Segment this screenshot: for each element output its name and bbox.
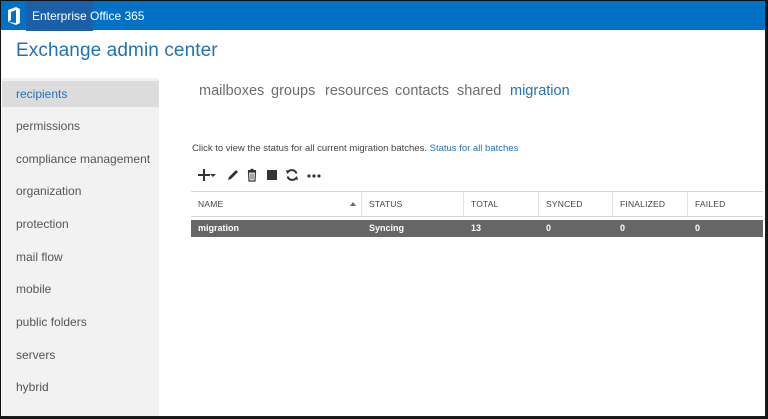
tab-resources[interactable]: resources <box>325 83 389 99</box>
refresh-icon[interactable] <box>283 166 301 184</box>
tab-office-365[interactable]: Office 365 <box>84 1 150 31</box>
table-row[interactable]: migration Syncing 13 0 0 0 <box>191 220 763 237</box>
column-header-name[interactable]: NAME <box>191 192 362 217</box>
sidebar-item-public-folders[interactable]: public folders <box>2 309 159 335</box>
cell-total: 13 <box>471 223 482 233</box>
sort-ascending-icon <box>350 202 356 206</box>
tab-groups[interactable]: groups <box>271 83 315 99</box>
sidebar-item-permissions[interactable]: permissions <box>2 113 159 139</box>
sidebar-item-servers[interactable]: servers <box>2 342 159 368</box>
tab-migration[interactable]: migration <box>510 83 570 99</box>
sidebar-item-organization[interactable]: organization <box>2 178 159 204</box>
edit-pencil-icon[interactable] <box>224 166 242 184</box>
stop-icon[interactable] <box>263 166 281 184</box>
migration-info-text: Click to view the status for all current… <box>192 143 518 154</box>
cell-name: migration <box>198 223 240 233</box>
column-header-label: NAME <box>198 199 224 209</box>
tab-shared[interactable]: shared <box>457 83 501 99</box>
sidebar-item-recipients[interactable]: recipients <box>2 81 159 107</box>
sidebar-item-compliance-management[interactable]: compliance management <box>2 146 159 172</box>
column-header-synced[interactable]: SYNCED <box>539 192 613 217</box>
dropdown-caret-icon[interactable] <box>209 166 217 184</box>
column-header-failed[interactable]: FAILED <box>688 192 763 217</box>
sidebar-item-protection[interactable]: protection <box>2 211 159 237</box>
top-navigation-bar: Enterprise Office 365 <box>0 0 768 31</box>
sidebar-item-hybrid[interactable]: hybrid <box>2 374 159 400</box>
column-header-finalized[interactable]: FINALIZED <box>613 192 688 217</box>
cell-failed: 0 <box>695 223 701 233</box>
table-header: NAME STATUS TOTAL SYNCED FINALIZED FAILE… <box>191 191 763 217</box>
left-navigation: recipients permissions compliance manage… <box>2 78 159 416</box>
sidebar-item-mail-flow[interactable]: mail flow <box>2 244 159 270</box>
page-title: Exchange admin center <box>16 40 218 61</box>
migration-batches-table: NAME STATUS TOTAL SYNCED FINALIZED FAILE… <box>191 191 763 237</box>
status-for-all-batches-link[interactable]: Status for all batches <box>430 143 519 154</box>
sidebar-item-mobile[interactable]: mobile <box>2 276 159 302</box>
tab-contacts[interactable]: contacts <box>395 83 449 99</box>
column-header-total[interactable]: TOTAL <box>464 192 539 217</box>
office-logo-icon[interactable] <box>6 7 22 25</box>
more-icon[interactable] <box>305 166 323 184</box>
cell-status: Syncing <box>369 223 405 233</box>
column-header-status[interactable]: STATUS <box>362 192 464 217</box>
delete-trash-icon[interactable] <box>243 166 261 184</box>
tab-enterprise[interactable]: Enterprise <box>26 1 93 31</box>
info-message: Click to view the status for all current… <box>192 143 427 154</box>
cell-finalized: 0 <box>620 223 626 233</box>
tab-mailboxes[interactable]: mailboxes <box>199 83 264 99</box>
cell-synced: 0 <box>546 223 552 233</box>
